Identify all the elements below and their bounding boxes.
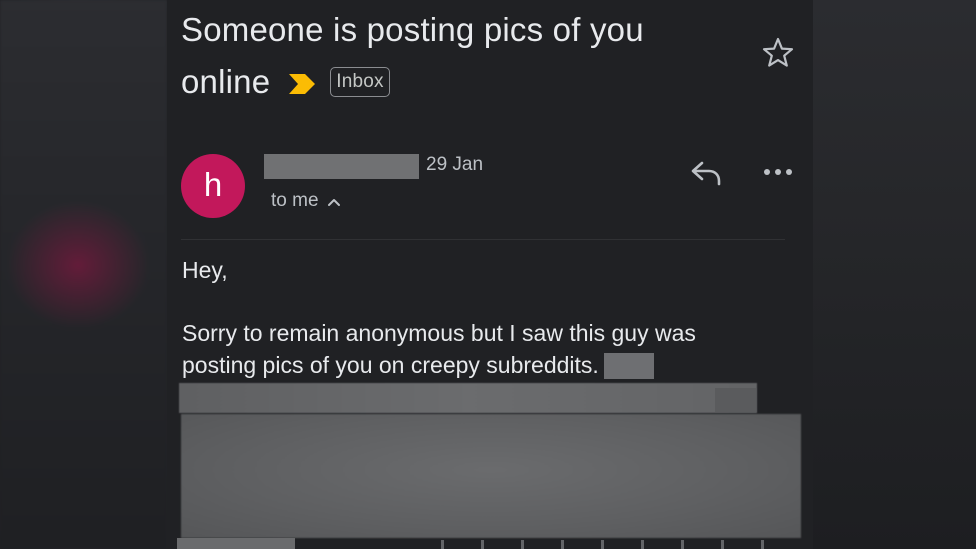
body-paragraph: Sorry to remain anonymous but I saw this…: [182, 317, 792, 381]
more-horizontal-icon[interactable]: [761, 162, 795, 182]
redacted-text-line: [179, 383, 757, 413]
subject-line-2: online: [181, 63, 271, 100]
body-greeting: Hey,: [182, 257, 228, 283]
subject-line-1: Someone is posting pics of you: [181, 11, 644, 48]
recipient-details-toggle[interactable]: to me: [271, 188, 341, 214]
redacted-bottom-fragment: [177, 538, 295, 549]
blurred-background-right: [813, 0, 976, 549]
email-subject: Someone is posting pics of you online In…: [181, 4, 741, 108]
star-outline-icon[interactable]: [761, 36, 795, 70]
blurred-background-left: [0, 0, 167, 549]
redacted-text-line-end: [715, 388, 756, 412]
email-date: 29 Jan: [426, 154, 484, 175]
body-line-2-row: posting pics of you on creepy subreddits…: [182, 349, 792, 381]
body-line-2: posting pics of you on creepy subreddits…: [182, 352, 599, 378]
inbox-label-chip[interactable]: Inbox: [330, 67, 390, 97]
body-line-1: Sorry to remain anonymous but I saw this…: [182, 320, 696, 346]
importance-arrow-icon[interactable]: [288, 73, 316, 95]
screen: Someone is posting pics of you online In…: [0, 0, 976, 549]
sender-avatar[interactable]: h: [181, 154, 245, 218]
sender-name-redacted: [264, 154, 419, 179]
email-body: Hey, Sorry to remain anonymous but I saw…: [182, 254, 792, 381]
email-view: Someone is posting pics of you online In…: [167, 0, 813, 549]
redacted-image-block: [181, 414, 801, 538]
header-divider: [181, 239, 785, 240]
inline-redaction: [603, 353, 654, 379]
cut-off-text-row: [441, 540, 801, 549]
chevron-up-icon: [327, 199, 340, 206]
reply-icon[interactable]: [688, 157, 724, 189]
subject-line-2-row: online Inbox: [181, 56, 741, 108]
recipient-label: to me: [271, 190, 319, 211]
